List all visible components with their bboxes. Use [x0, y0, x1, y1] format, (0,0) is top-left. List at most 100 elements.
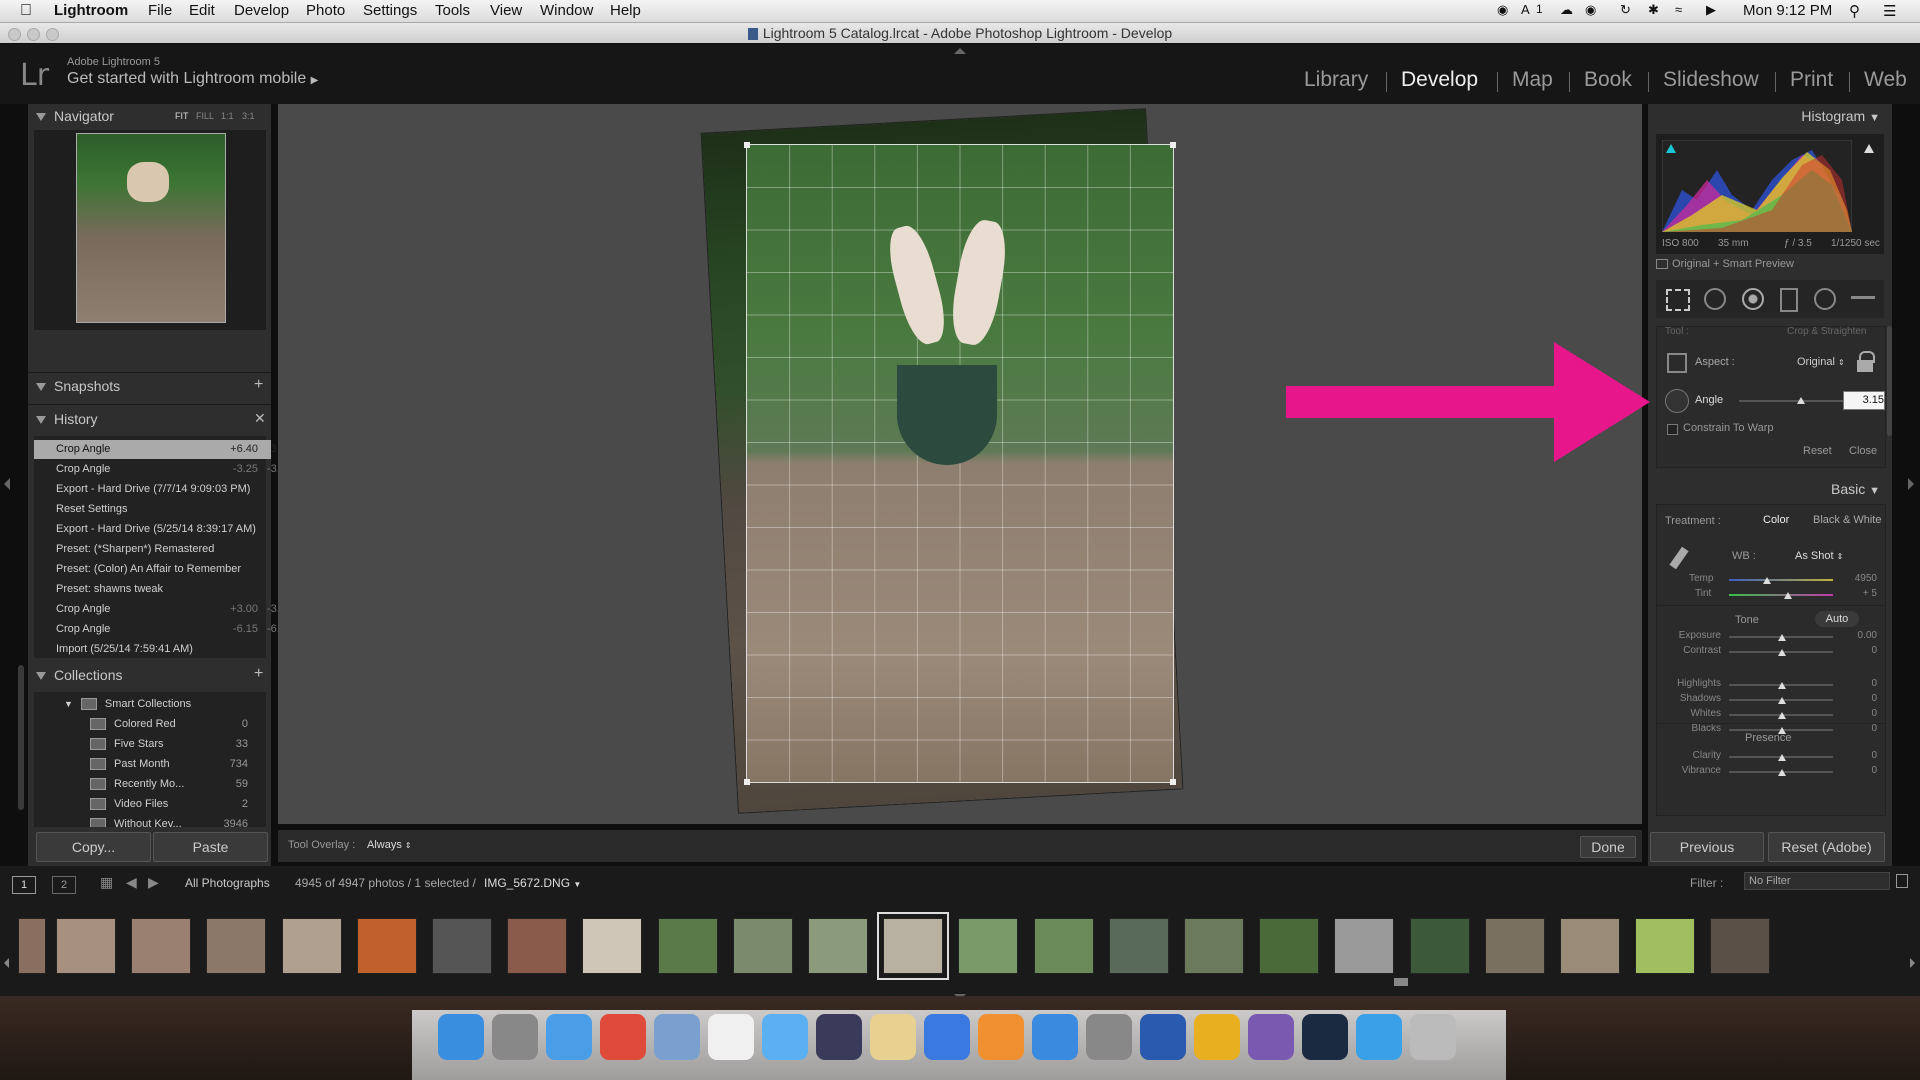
calendar-icon[interactable]	[708, 1014, 754, 1060]
radial-filter-icon[interactable]	[1814, 288, 1836, 310]
crop-close-button[interactable]: Close	[1849, 445, 1877, 457]
temp-slider[interactable]	[1729, 579, 1833, 581]
filmstrip-thumbnail[interactable]	[1033, 918, 1094, 974]
slider-knob[interactable]	[1778, 754, 1786, 761]
collection-item[interactable]: Past Month 734	[90, 754, 260, 774]
app-store-icon[interactable]	[1032, 1014, 1078, 1060]
filmstrip-thumbnail[interactable]	[1710, 918, 1771, 974]
navigator-header[interactable]: Navigator FIT FILL 1:1 3:1	[36, 108, 268, 128]
angle-slider-knob[interactable]	[1796, 397, 1805, 404]
constrain-to-warp-checkbox[interactable]	[1667, 424, 1678, 435]
right-panel-scrollbar[interactable]	[1887, 326, 1892, 436]
adjustment-brush-icon[interactable]	[1851, 296, 1875, 299]
filmstrip-thumbnail[interactable]	[1635, 918, 1696, 974]
slider-knob[interactable]	[1778, 634, 1786, 641]
shadow-clipping-icon[interactable]	[1666, 144, 1676, 153]
back-arrow-icon[interactable]: ◀	[126, 874, 137, 891]
controller-icon[interactable]: ◉	[1585, 2, 1596, 18]
paste-settings-button[interactable]: Paste	[153, 832, 268, 862]
history-item[interactable]: Reset Settings	[34, 500, 271, 519]
filmstrip-thumbnail[interactable]	[18, 918, 46, 974]
filmstrip-thumbnail[interactable]	[281, 918, 342, 974]
itunes-icon[interactable]	[924, 1014, 970, 1060]
textedit-icon[interactable]	[870, 1014, 916, 1060]
filmstrip-thumbnail[interactable]	[582, 918, 643, 974]
slider-value[interactable]: 0.00	[1842, 630, 1877, 641]
imovie-icon[interactable]	[1248, 1014, 1294, 1060]
cloud-icon[interactable]: ☁	[1560, 2, 1573, 18]
crop-frame[interactable]	[746, 144, 1174, 783]
close-window-button[interactable]	[8, 28, 21, 41]
left-panel-scrollbar[interactable]	[18, 665, 24, 810]
crop-handle-br[interactable]	[1170, 779, 1176, 785]
word-icon[interactable]	[1140, 1014, 1186, 1060]
tint-value[interactable]: + 5	[1842, 588, 1877, 599]
collection-item[interactable]: Recently Mo... 59	[90, 774, 260, 794]
forward-arrow-icon[interactable]: ▶	[148, 874, 159, 891]
filmstrip-thumbnail[interactable]	[657, 918, 718, 974]
facetime-icon[interactable]	[816, 1014, 862, 1060]
temp-knob[interactable]	[1763, 577, 1771, 584]
menu-tools[interactable]: Tools	[435, 2, 470, 19]
collection-item[interactable]: Five Stars 33	[90, 734, 260, 754]
collapse-top-panel-icon[interactable]	[954, 48, 966, 54]
system-preferences-icon[interactable]	[1086, 1014, 1132, 1060]
filmstrip-thumbnail[interactable]	[808, 918, 868, 974]
minimize-window-button[interactable]	[27, 28, 40, 41]
filmstrip-scrollbar-thumb[interactable]	[1394, 978, 1408, 986]
module-slideshow[interactable]: Slideshow	[1663, 68, 1759, 92]
messages-icon[interactable]	[762, 1014, 808, 1060]
collection-item[interactable]: Without Key... 3946	[90, 814, 260, 827]
opera-icon[interactable]	[1194, 1014, 1240, 1060]
mail-icon[interactable]	[654, 1014, 700, 1060]
lightroom-mobile-link[interactable]: Get started with Lightroom mobile ▶	[67, 70, 318, 88]
history-item[interactable]: Crop Angle+3.00-3.15	[34, 600, 292, 619]
history-item[interactable]: Preset: (*Sharpen*) Remastered	[34, 540, 271, 559]
snapshots-header[interactable]: Snapshots +	[36, 376, 268, 398]
module-print[interactable]: Print	[1790, 68, 1833, 92]
crop-frame-tool-icon[interactable]	[1667, 353, 1687, 373]
filmstrip-thumbnail[interactable]	[131, 918, 192, 974]
history-item[interactable]: Import (5/25/14 7:59:41 AM)	[34, 640, 271, 659]
zoom-fit[interactable]: FIT	[175, 111, 189, 121]
collections-header[interactable]: Collections +	[36, 665, 268, 687]
menu-settings[interactable]: Settings	[363, 2, 417, 19]
treatment-bw-button[interactable]: Black & White	[1813, 514, 1881, 526]
filmstrip-thumbnail[interactable]	[1484, 918, 1545, 974]
wifi-icon[interactable]: ≈	[1675, 2, 1682, 17]
spot-removal-tool-icon[interactable]	[1704, 288, 1726, 310]
tool-overlay-select[interactable]: Always ⇕	[367, 839, 412, 851]
filmstrip-thumbnail[interactable]	[432, 918, 492, 974]
filmstrip-thumbnail[interactable]	[732, 918, 793, 974]
histogram-header[interactable]: Histogram ▼	[1648, 108, 1880, 128]
time-machine-icon[interactable]: ↻	[1620, 2, 1631, 18]
finder-icon[interactable]	[438, 1014, 484, 1060]
primary-window-button[interactable]: 1	[12, 876, 36, 894]
menu-edit[interactable]: Edit	[189, 2, 215, 19]
filter-select[interactable]: No Filter	[1744, 872, 1890, 890]
module-library[interactable]: Library	[1304, 68, 1368, 92]
ibooks-icon[interactable]	[978, 1014, 1024, 1060]
smart-collections-group[interactable]: ▼ Smart Collections	[64, 694, 191, 714]
treatment-color-button[interactable]: Color	[1763, 514, 1789, 526]
filmstrip-thumbnail[interactable]	[1560, 918, 1620, 974]
collection-item[interactable]: Video Files 2	[90, 794, 260, 814]
highlight-clipping-icon[interactable]	[1864, 144, 1874, 153]
crop-handle-tl[interactable]	[744, 142, 750, 148]
menu-app-name[interactable]: Lightroom	[54, 2, 128, 19]
slider-value[interactable]: 0	[1842, 645, 1877, 656]
add-collection-icon[interactable]: +	[254, 665, 263, 683]
crop-handle-bl[interactable]	[744, 779, 750, 785]
filmstrip-scroll-left-icon[interactable]	[4, 958, 9, 968]
module-book[interactable]: Book	[1584, 68, 1632, 92]
history-item[interactable]: Crop Angle-3.25-3.25	[34, 460, 292, 479]
status-icon[interactable]: ◉	[1497, 2, 1508, 18]
filmstrip-scroll-right-icon[interactable]	[1910, 958, 1915, 968]
slider-knob[interactable]	[1778, 712, 1786, 719]
filmstrip-thumbnail[interactable]	[1259, 918, 1320, 974]
aspect-select[interactable]: Original ⇕	[1797, 356, 1845, 368]
menu-file[interactable]: File	[148, 2, 172, 19]
module-web[interactable]: Web	[1864, 68, 1907, 92]
filmstrip-thumbnail[interactable]	[356, 918, 417, 974]
menu-window[interactable]: Window	[540, 2, 593, 19]
